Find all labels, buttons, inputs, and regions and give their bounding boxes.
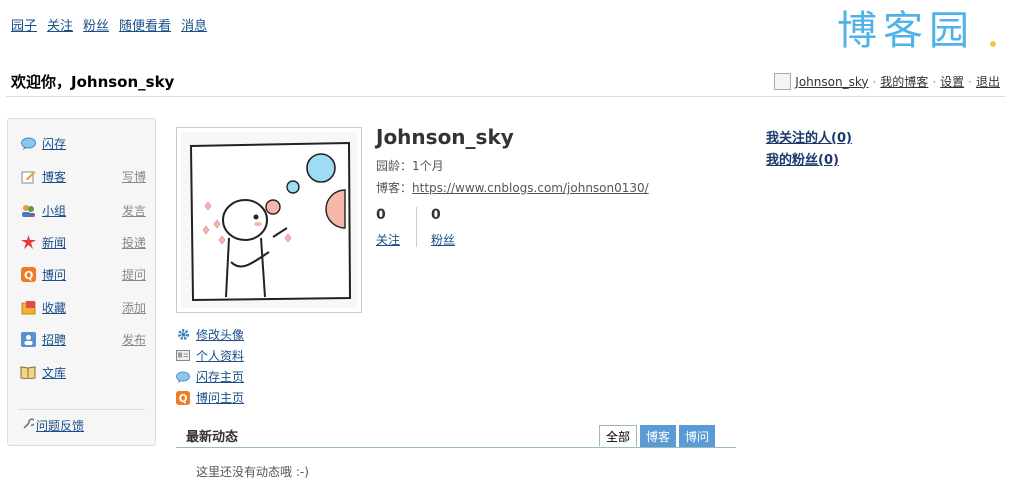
ing-home-row[interactable]: 闪存主页 xyxy=(176,366,244,387)
profile-actions: 修改头像 个人资料 闪存主页 Q 博问主页 xyxy=(176,324,244,408)
following-link[interactable]: 关注 xyxy=(376,233,400,247)
followers-stat: 0 粉丝 xyxy=(431,207,455,248)
my-following-link[interactable]: 我关注的人(0) xyxy=(766,128,852,150)
person-icon xyxy=(20,331,36,347)
blog-url-link[interactable]: https://www.cnblogs.com/johnson0130/ xyxy=(412,181,649,195)
profile-info-link[interactable]: 个人资料 xyxy=(196,347,244,364)
tab-all[interactable]: 全部 xyxy=(599,425,638,447)
stat-divider xyxy=(416,207,417,247)
feedback-label[interactable]: 问题反馈 xyxy=(36,417,84,434)
pen-paper-icon xyxy=(20,168,36,184)
feed-tabs: 全部 博客 博问 xyxy=(599,425,716,447)
chat-bubble-icon xyxy=(20,135,36,151)
profile-avatar xyxy=(176,127,362,313)
sidebar-subaction[interactable]: 投递 xyxy=(122,234,146,251)
logo-dot xyxy=(990,41,996,47)
header-divider xyxy=(6,96,1005,97)
followers-count: 0 xyxy=(431,207,441,223)
sidebar-subaction[interactable]: 提问 xyxy=(122,266,146,283)
sidebar-item-label[interactable]: 博客 xyxy=(42,168,66,185)
logo-text: 博客园 xyxy=(837,8,975,54)
feed-empty-message: 这里还没有动态哦 :-) xyxy=(196,465,309,479)
separator: · xyxy=(968,74,972,89)
separator: · xyxy=(932,74,937,89)
sidebar-item-library[interactable]: 文库 xyxy=(20,362,148,382)
sidebar-item-question[interactable]: Q 博问 提问 xyxy=(20,264,148,284)
sidebar-item-blog[interactable]: 博客 写博 xyxy=(20,166,148,186)
question-home-link[interactable]: 博问主页 xyxy=(196,389,244,406)
sidebar-item-jobs[interactable]: 招聘 发布 xyxy=(20,329,148,349)
follow-summary: 我关注的人(0) 我的粉丝(0) xyxy=(766,128,852,172)
sidebar-item-label[interactable]: 收藏 xyxy=(42,299,66,316)
feed-title: 最新动态 xyxy=(186,430,239,445)
nav-messages[interactable]: 消息 xyxy=(181,15,207,34)
avatar-mini[interactable] xyxy=(774,73,792,90)
news-burst-icon xyxy=(20,234,36,250)
sidebar-item-label[interactable]: 文库 xyxy=(42,364,66,381)
sidebar-item-label[interactable]: 招聘 xyxy=(42,331,66,348)
book-icon xyxy=(20,364,36,380)
my-blog-link[interactable]: 我的博客 xyxy=(880,73,928,90)
blog-url-label: 博客： xyxy=(376,181,413,195)
garden-age-value: 1个月 xyxy=(412,159,444,173)
cnblogs-logo[interactable]: 博客园 xyxy=(835,4,1005,54)
tab-blog[interactable]: 博客 xyxy=(640,425,677,447)
sidebar-subaction[interactable]: 添加 xyxy=(122,299,146,316)
bookmark-icon xyxy=(20,299,36,315)
sidebar-item-label[interactable]: 新闻 xyxy=(42,234,66,251)
group-icon xyxy=(20,202,36,218)
top-nav: 园子 关注 粉丝 随便看看 消息 xyxy=(11,15,207,34)
sidebar-subaction[interactable]: 发言 xyxy=(122,202,146,219)
feedback-link[interactable]: 问题反馈 xyxy=(22,417,84,434)
profile-info-row[interactable]: 个人资料 xyxy=(176,345,244,366)
nav-garden[interactable]: 园子 xyxy=(11,15,37,34)
separator: · xyxy=(872,74,877,89)
logout-link[interactable]: 退出 xyxy=(976,73,1000,90)
edit-avatar-row[interactable]: 修改头像 xyxy=(176,324,244,345)
username-link[interactable]: Johnson_sky xyxy=(795,75,868,89)
q-icon: Q xyxy=(176,390,190,405)
sidebar-item-news[interactable]: 新闻 投递 xyxy=(20,232,148,252)
chat-bubble-icon xyxy=(176,370,190,384)
sidebar-item-label[interactable]: 小组 xyxy=(42,202,66,219)
sidebar-item-label[interactable]: 闪存 xyxy=(42,135,66,152)
id-card-icon xyxy=(176,349,190,363)
tab-question[interactable]: 博问 xyxy=(679,425,716,447)
sidebar-subaction[interactable]: 发布 xyxy=(122,331,146,348)
profile-name: Johnson_sky xyxy=(376,125,514,149)
nav-fans[interactable]: 粉丝 xyxy=(83,15,109,34)
sidebar: 闪存 博客 写博 小组 发言 新闻 投递 Q 博问 提问 收藏 添加 招聘 发布… xyxy=(7,118,156,446)
garden-age-label: 园龄： xyxy=(376,159,413,173)
sidebar-item-ing[interactable]: 闪存 xyxy=(20,133,148,153)
following-stat: 0 关注 xyxy=(376,207,400,248)
q-icon: Q xyxy=(20,266,36,282)
feed-divider xyxy=(176,447,736,448)
nav-following[interactable]: 关注 xyxy=(47,15,73,34)
sidebar-item-favorites[interactable]: 收藏 添加 xyxy=(20,297,148,317)
welcome-title: 欢迎你，Johnson_sky xyxy=(11,73,175,91)
settings-link[interactable]: 设置 xyxy=(940,73,964,90)
avatar-illustration xyxy=(181,132,357,308)
user-bar: Johnson_sky · 我的博客 · 设置 · 退出 xyxy=(774,73,1000,90)
nav-random[interactable]: 随便看看 xyxy=(119,15,171,34)
blog-url-row: 博客：https://www.cnblogs.com/johnson0130/ xyxy=(376,179,649,196)
svg-text:Q: Q xyxy=(179,393,188,405)
my-followers-link[interactable]: 我的粉丝(0) xyxy=(766,150,852,172)
sidebar-item-label[interactable]: 博问 xyxy=(42,266,66,283)
ing-home-link[interactable]: 闪存主页 xyxy=(196,368,244,385)
sidebar-subaction[interactable]: 写博 xyxy=(122,168,146,185)
garden-age: 园龄：1个月 xyxy=(376,157,444,174)
edit-avatar-link[interactable]: 修改头像 xyxy=(196,326,244,343)
following-count: 0 xyxy=(376,207,386,223)
followers-link[interactable]: 粉丝 xyxy=(431,233,455,247)
question-home-row[interactable]: Q 博问主页 xyxy=(176,387,244,408)
sidebar-divider xyxy=(18,409,145,410)
svg-text:Q: Q xyxy=(24,269,33,282)
gear-icon xyxy=(176,328,190,342)
sidebar-item-group[interactable]: 小组 发言 xyxy=(20,200,148,220)
wrench-icon xyxy=(22,418,36,433)
